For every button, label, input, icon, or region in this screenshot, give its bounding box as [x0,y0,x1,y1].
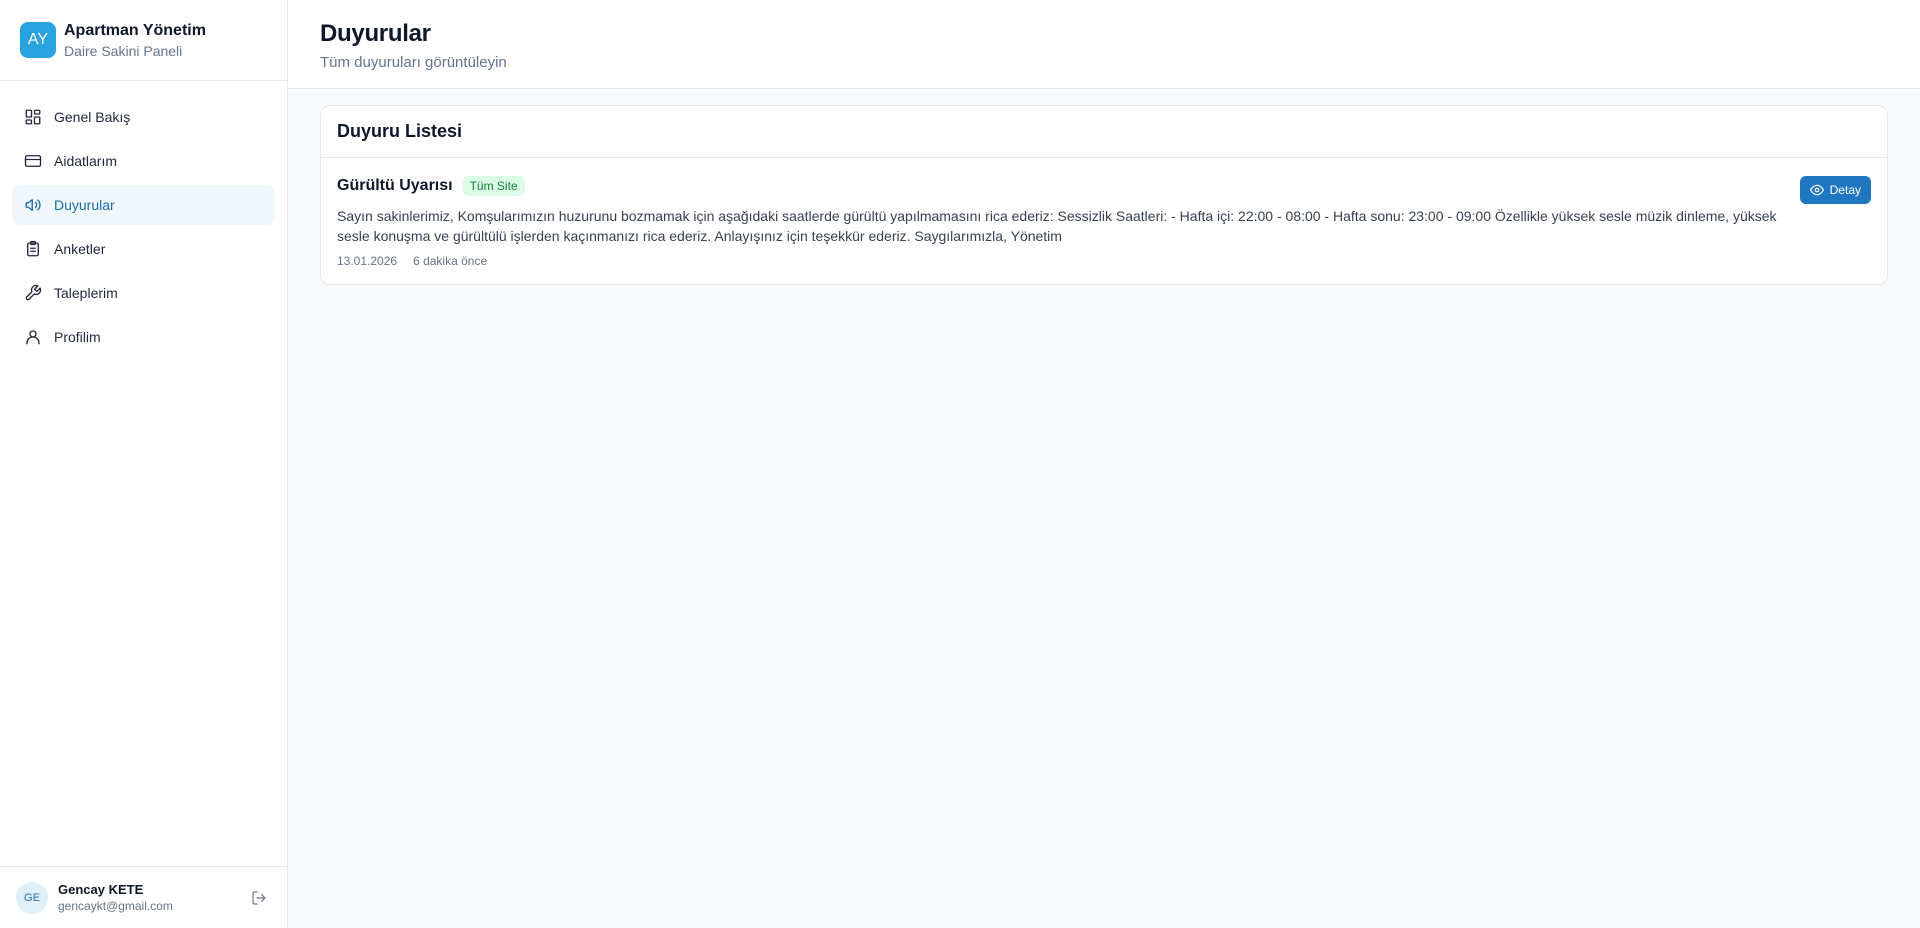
sidebar-item-label: Aidatlarım [54,153,118,169]
sidebar-item-duyurular[interactable]: Duyurular [12,185,275,225]
announcement-list-card: Duyuru Listesi Gürültü Uyarısı Tüm Site … [320,105,1888,285]
wrench-icon [24,284,42,302]
sidebar-item-profilim[interactable]: Profilim [12,317,275,357]
user-email: gencaykt@gmail.com [58,899,173,913]
list-item: Gürültü Uyarısı Tüm Site Sayın sakinleri… [321,158,1887,284]
sidebar-item-label: Duyurular [54,197,115,213]
detail-button-label: Detay [1829,183,1861,197]
user-panel: GE Gencay KETE gencaykt@gmail.com [0,866,287,928]
sidebar-item-anketler[interactable]: Anketler [12,229,275,269]
page-header: Duyurular Tüm duyuruları görüntüleyin [288,0,1920,89]
sidebar-nav: Genel Bakış Aidatlarım Duyurular Anketle… [0,81,287,866]
sidebar-item-label: Anketler [54,241,106,257]
main-content: Duyurular Tüm duyuruları görüntüleyin Du… [288,0,1920,928]
megaphone-icon [24,196,42,214]
announcement-date: 13.01.2026 [337,254,398,268]
credit-card-icon [24,152,42,170]
page-title: Duyurular [320,20,431,47]
sidebar-item-label: Profilim [54,329,101,345]
scope-badge: Tüm Site [462,176,525,196]
sidebar-item-label: Genel Bakış [54,109,131,125]
user-icon [24,328,42,346]
card-title: Duyuru Listesi [321,106,1887,158]
logout-icon [252,890,266,905]
announcement-text: Sayın sakinlerimiz, Komşularımızın huzur… [337,208,1777,244]
sidebar-item-label: Taleplerim [54,285,118,301]
detail-button[interactable]: Detay [1799,176,1871,204]
brand-title: Apartman Yönetim [64,21,206,39]
brand-subtitle: Daire Sakini Paneli [64,42,183,59]
eye-icon [1809,184,1824,196]
sidebar-item-aidatlarim[interactable]: Aidatlarım [12,141,275,181]
sidebar-item-genel-bakis[interactable]: Genel Bakış [12,97,275,137]
logout-button[interactable] [247,886,271,910]
grid-icon [24,108,42,126]
sidebar-item-taleplerim[interactable]: Taleplerim [12,273,275,313]
page-subtitle: Tüm duyuruları görüntüleyin [320,54,507,71]
sidebar: AY Apartman Yönetim Daire Sakini Paneli … [0,0,288,928]
announcement-title: Gürültü Uyarısı [337,177,453,194]
announcement-relative-time: 6 dakika önce [413,254,488,268]
user-name: Gencay KETE [58,882,144,897]
brand: AY Apartman Yönetim Daire Sakini Paneli [0,0,287,81]
avatar: GE [16,881,48,914]
clipboard-icon [24,240,42,258]
brand-logo: AY [20,22,56,58]
